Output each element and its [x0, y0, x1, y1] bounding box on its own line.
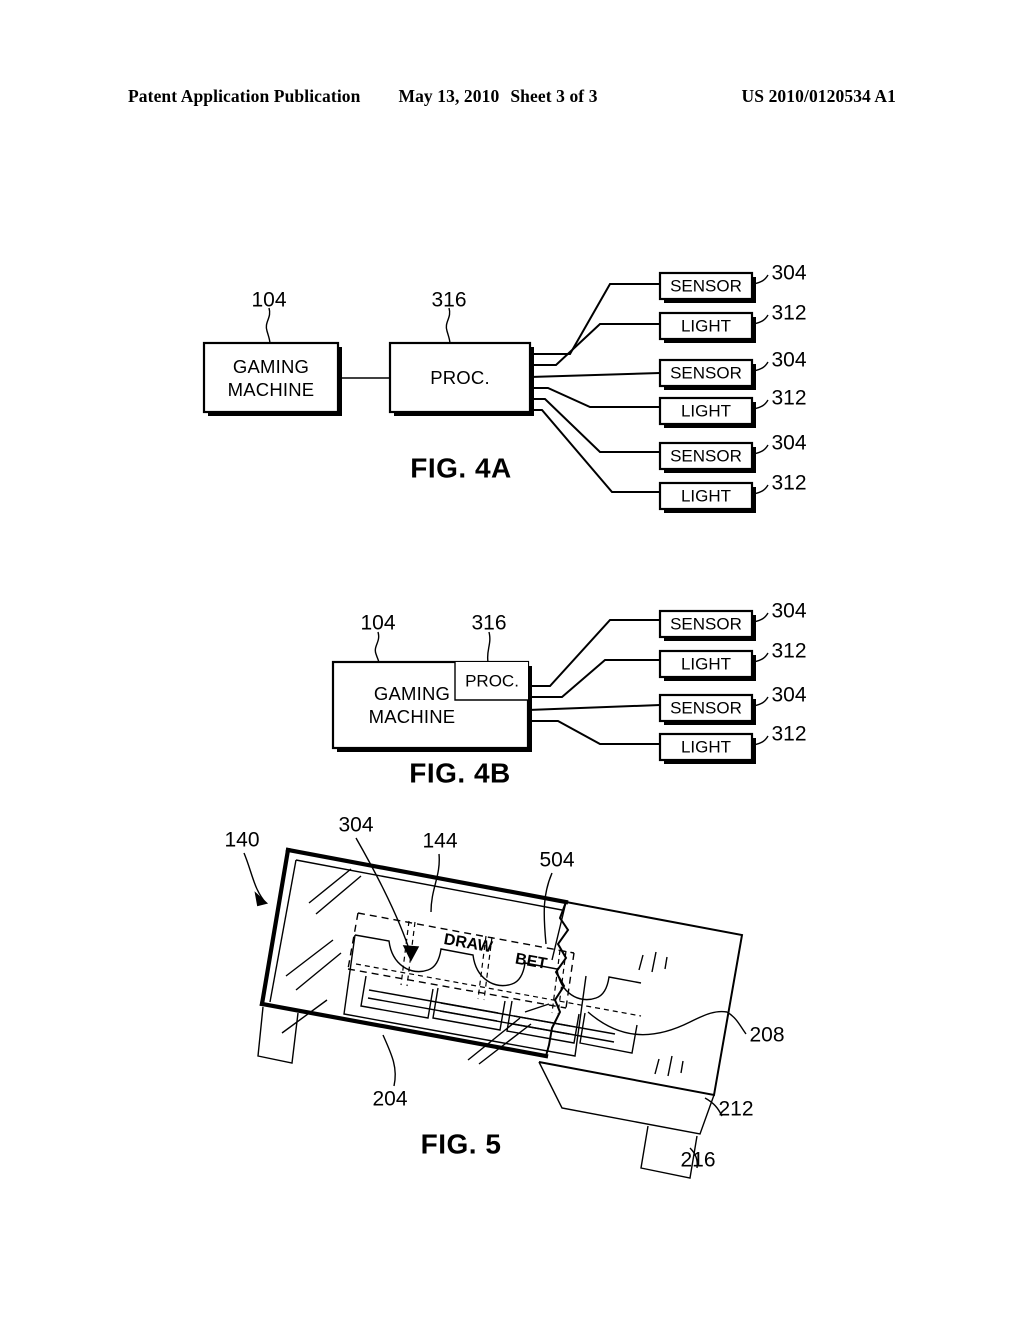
leader-312-1-fig4a [753, 314, 769, 325]
ref-number-144: 144 [422, 830, 457, 853]
block-label-light-2-fig4b: LIGHT [681, 737, 731, 756]
block-label-sensor-2-fig4b: SENSOR [670, 698, 742, 717]
block-light-3-fig4a: LIGHT [658, 481, 756, 513]
block-sensor-3-fig4a: SENSOR [658, 441, 756, 473]
block-label-machine-fig4b: MACHINE [369, 706, 456, 727]
figure-5: DRAW BET 140 304 144 504 204 208 212 216… [224, 814, 785, 1179]
block-label-machine-fig4a: MACHINE [228, 379, 315, 400]
block-label-light-3-fig4a: LIGHT [681, 486, 731, 505]
figure-caption-5: FIG. 5 [421, 1128, 502, 1159]
ref-number-304-2-fig4b: 304 [771, 684, 806, 707]
deck-dashed-rule [355, 963, 642, 1017]
hatch-marks-lower [654, 1055, 684, 1077]
ref-number-312-2-fig4b: 312 [771, 723, 806, 746]
button-label-bet: BET [514, 951, 549, 973]
block-label-light-2-fig4a: LIGHT [681, 401, 731, 420]
cabinet-foot-left [257, 1006, 299, 1064]
leader-204-num [382, 1034, 396, 1087]
leader-208 [726, 1011, 747, 1035]
leader-304-2-fig4a [753, 361, 769, 372]
leader-312-1-fig4b [753, 652, 769, 663]
cabinet-right-body [538, 901, 744, 1097]
figure-caption-4a: FIG. 4A [410, 452, 512, 483]
leader-140 [243, 852, 269, 907]
block-light-2-fig4a: LIGHT [658, 396, 756, 428]
button-text-bet: BET [514, 951, 549, 973]
ref-number-212: 212 [718, 1098, 753, 1121]
block-light-1-fig4a: LIGHT [658, 311, 756, 343]
ref-number-312-1-fig4a: 312 [771, 302, 806, 325]
leader-316-fig4a [445, 307, 451, 345]
ref-number-304-1-fig4a: 304 [771, 262, 806, 285]
block-sensor-1-fig4b: SENSOR [658, 609, 756, 641]
ref-number-312-2-fig4a: 312 [771, 387, 806, 410]
block-sensor-2-fig4a: SENSOR [658, 358, 756, 390]
block-sensor-2-fig4b: SENSOR [658, 693, 756, 725]
ref-number-316-fig4b: 316 [471, 612, 506, 635]
block-light-2-fig4b: LIGHT [658, 732, 756, 764]
block-label-sensor-1-fig4b: SENSOR [670, 614, 742, 633]
figure-4a: 104 316 GAMING MACHINE PROC. SENSOR 304 … [202, 262, 807, 513]
leader-144 [430, 853, 440, 913]
ref-number-304-1-fig4b: 304 [771, 600, 806, 623]
block-label-proc-fig4a: PROC. [430, 367, 490, 388]
figure-caption-4b: FIG. 4B [409, 757, 511, 788]
ref-number-304-2-fig4a: 304 [771, 349, 806, 372]
hatch-marks-upper [638, 951, 668, 973]
leader-104-fig4a [265, 307, 271, 345]
block-label-light-1-fig4a: LIGHT [681, 316, 731, 335]
leader-304-2-fig4b [753, 696, 769, 707]
ref-number-304-3-fig4a: 304 [771, 432, 806, 455]
ref-number-312-3-fig4a: 312 [771, 472, 806, 495]
wire-bundle-fig4a [529, 283, 661, 493]
wire-bundle-fig4b [527, 619, 661, 745]
block-label-sensor-1-fig4a: SENSOR [670, 276, 742, 295]
block-label-gaming-fig4b: GAMING [374, 683, 450, 704]
block-light-1-fig4b: LIGHT [658, 649, 756, 681]
ref-number-316-fig4a: 316 [431, 289, 466, 312]
ref-number-312-1-fig4b: 312 [771, 640, 806, 663]
ref-number-304-fig5: 304 [338, 814, 373, 837]
leader-304-3-fig4a [753, 444, 769, 455]
patent-sheet-page: Patent Application Publication May 13, 2… [0, 0, 1024, 1320]
leader-304-1-fig4a [753, 274, 769, 285]
ref-number-104-fig4a: 104 [251, 289, 286, 312]
block-gaming-machine-fig4a: GAMING MACHINE [202, 341, 342, 416]
ref-number-140: 140 [224, 829, 259, 852]
leader-304-fig5 [355, 837, 420, 962]
block-label-sensor-2-fig4a: SENSOR [670, 363, 742, 382]
block-sensor-1-fig4a: SENSOR [658, 271, 756, 303]
button-text-draw: DRAW [442, 931, 494, 956]
block-label-gaming-fig4a: GAMING [233, 356, 309, 377]
leader-312-2-fig4b [753, 735, 769, 746]
ref-number-104-fig4b: 104 [360, 612, 395, 635]
figure-4b: 104 316 GAMING MACHINE PROC. SENSOR 304 … [331, 600, 807, 788]
contour-line-208 [587, 1010, 728, 1036]
block-label-sensor-3-fig4a: SENSOR [670, 446, 742, 465]
ref-number-208: 208 [749, 1024, 784, 1047]
leader-316-fig4b [486, 631, 491, 663]
ref-number-504: 504 [539, 849, 574, 872]
button-label-draw: DRAW [442, 931, 494, 956]
leader-304-1-fig4b [753, 612, 769, 623]
cabinet-lower-panel [538, 1061, 715, 1135]
block-processor-fig4a: PROC. [388, 341, 534, 416]
ref-number-216: 216 [680, 1149, 715, 1172]
patent-drawing-sheet: 104 316 GAMING MACHINE PROC. SENSOR 304 … [202, 262, 807, 1179]
leader-312-3-fig4a [753, 484, 769, 495]
button-key-group [360, 975, 638, 1054]
ref-number-204: 204 [372, 1088, 407, 1111]
block-label-proc-fig4b: PROC. [465, 671, 519, 690]
leader-104-fig4b [374, 631, 380, 664]
block-processor-fig4b: PROC. [454, 662, 528, 701]
block-label-light-1-fig4b: LIGHT [681, 654, 731, 673]
leader-312-2-fig4a [753, 399, 769, 410]
